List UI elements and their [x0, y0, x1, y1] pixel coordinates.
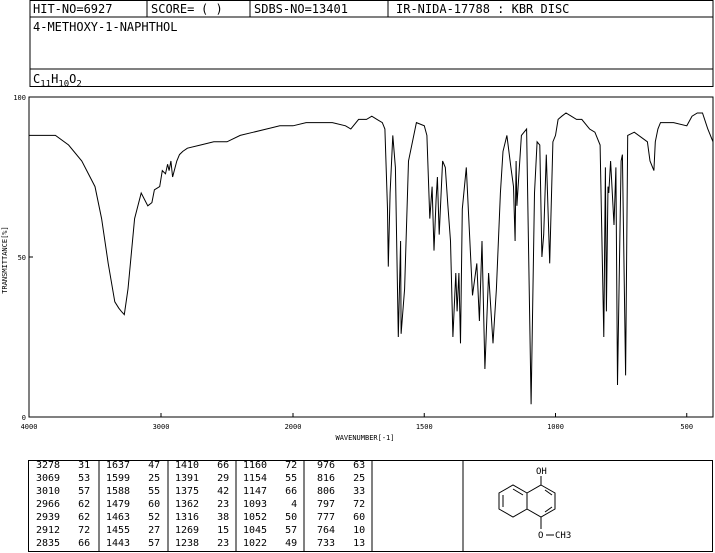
- ch3-label: CH3: [555, 531, 571, 541]
- compound-name: 4-METHOXY-1-NAPHTHOL: [33, 20, 178, 34]
- peak-entry: 1238 23: [175, 538, 230, 549]
- peak-entry: 2835 66: [36, 538, 91, 549]
- score-label: SCORE=: [151, 2, 195, 16]
- peak-entry: 1455 27: [106, 525, 161, 536]
- peak-entry: 1045 57: [243, 525, 298, 536]
- peak-entry: 764 10: [311, 525, 366, 536]
- score-value: ( ): [201, 2, 223, 16]
- x-tick-label: 4000: [21, 423, 38, 431]
- molecular-structure: OH O CH3: [498, 467, 571, 541]
- peak-entry: 1160 72: [243, 460, 298, 471]
- y-tick-label: 0: [22, 414, 26, 422]
- peak-entry: 1463 52: [106, 512, 161, 523]
- peak-entry: 3010 57: [36, 486, 91, 497]
- y-tick-label: 100: [13, 94, 26, 102]
- peak-entry: 1588 55: [106, 486, 161, 497]
- peak-column: 3278 31 3069 53 3010 57 2966 62 2939 62 2912 …: [36, 459, 90, 550]
- plot-frame: [28, 96, 714, 418]
- peak-entry: 1362 23: [175, 499, 230, 510]
- peak-entry: 816 25: [311, 473, 366, 484]
- x-tick-label: 1000: [547, 423, 564, 431]
- peak-entry: 1637 47: [106, 460, 161, 471]
- peak-entry: 1154 55: [243, 473, 298, 484]
- peak-entry: 976 63: [311, 460, 366, 471]
- ir-nida-method: IR-NIDA-17788 : KBR DISC: [396, 2, 570, 16]
- peak-entry: 733 13: [311, 538, 366, 549]
- peak-entry: 1022 49: [243, 538, 298, 549]
- peak-entry: 3069 53: [36, 473, 91, 484]
- peak-column: 976 63 816 25 806 33 797 72 777 60 764 1…: [311, 459, 365, 550]
- x-axis-label: WAVENUMBER[-1]: [335, 434, 394, 442]
- x-axis-ticks: 4000 3000 2000 1500 1000 500: [21, 413, 693, 431]
- peak-entry: 2966 62: [36, 499, 91, 510]
- spectrum-header: HIT-NO=6927 SCORE= ( ) SDBS-NO=13401 IR-…: [0, 0, 714, 89]
- ir-spectrum-chart: 0 50 100 4000 3000 2000 1500 1000 500 WAVENUMBE…: [1, 94, 714, 442]
- peak-entry: 797 72: [311, 499, 366, 510]
- peak-entry: 1316 38: [175, 512, 230, 523]
- peak-column: 1410 66 1391 29 1375 42 1362 23 1316 38 1269 …: [175, 459, 229, 550]
- y-axis-ticks: 0 50 100: [13, 94, 33, 422]
- peak-entry: 806 33: [311, 486, 366, 497]
- hit-no: HIT-NO=6927: [33, 2, 113, 16]
- peak-entry: 1599 25: [106, 473, 161, 484]
- peak-entry: 1391 29: [175, 473, 230, 484]
- y-tick-label: 50: [18, 254, 26, 262]
- peak-entry: 1443 57: [106, 538, 161, 549]
- peak-entry: 777 60: [311, 512, 366, 523]
- peak-entry: 1093 4: [243, 499, 298, 510]
- peak-entry: 1052 50: [243, 512, 298, 523]
- o-label: O: [538, 531, 543, 541]
- x-tick-label: 500: [680, 423, 693, 431]
- peak-entry: 1375 42: [175, 486, 230, 497]
- naphthalene-rings: [498, 476, 556, 536]
- peak-entry: 1147 66: [243, 486, 298, 497]
- sdbs-no: SDBS-NO=13401: [254, 2, 348, 16]
- chart-axes: [28, 96, 714, 418]
- transmittance-trace: [29, 112, 714, 405]
- peak-entry: 1269 15: [175, 525, 230, 536]
- peak-entry: 3278 31: [36, 460, 91, 471]
- peak-entry: 1410 66: [175, 460, 230, 471]
- peak-column: 1160 72 1154 55 1147 66 1093 4 1052 50 1045 5…: [243, 459, 297, 550]
- peak-entry: 1479 60: [106, 499, 161, 510]
- peak-column: 1637 47 1599 25 1588 55 1479 60 1463 52 1455 …: [106, 459, 160, 550]
- x-tick-label: 2000: [285, 423, 302, 431]
- y-axis-label: TRANSMITTANCE[%]: [1, 226, 9, 293]
- peak-entry: 2939 62: [36, 512, 91, 523]
- x-tick-label: 3000: [153, 423, 170, 431]
- peak-entry: 2912 72: [36, 525, 91, 536]
- oh-label: OH: [536, 467, 547, 477]
- x-tick-label: 1500: [416, 423, 433, 431]
